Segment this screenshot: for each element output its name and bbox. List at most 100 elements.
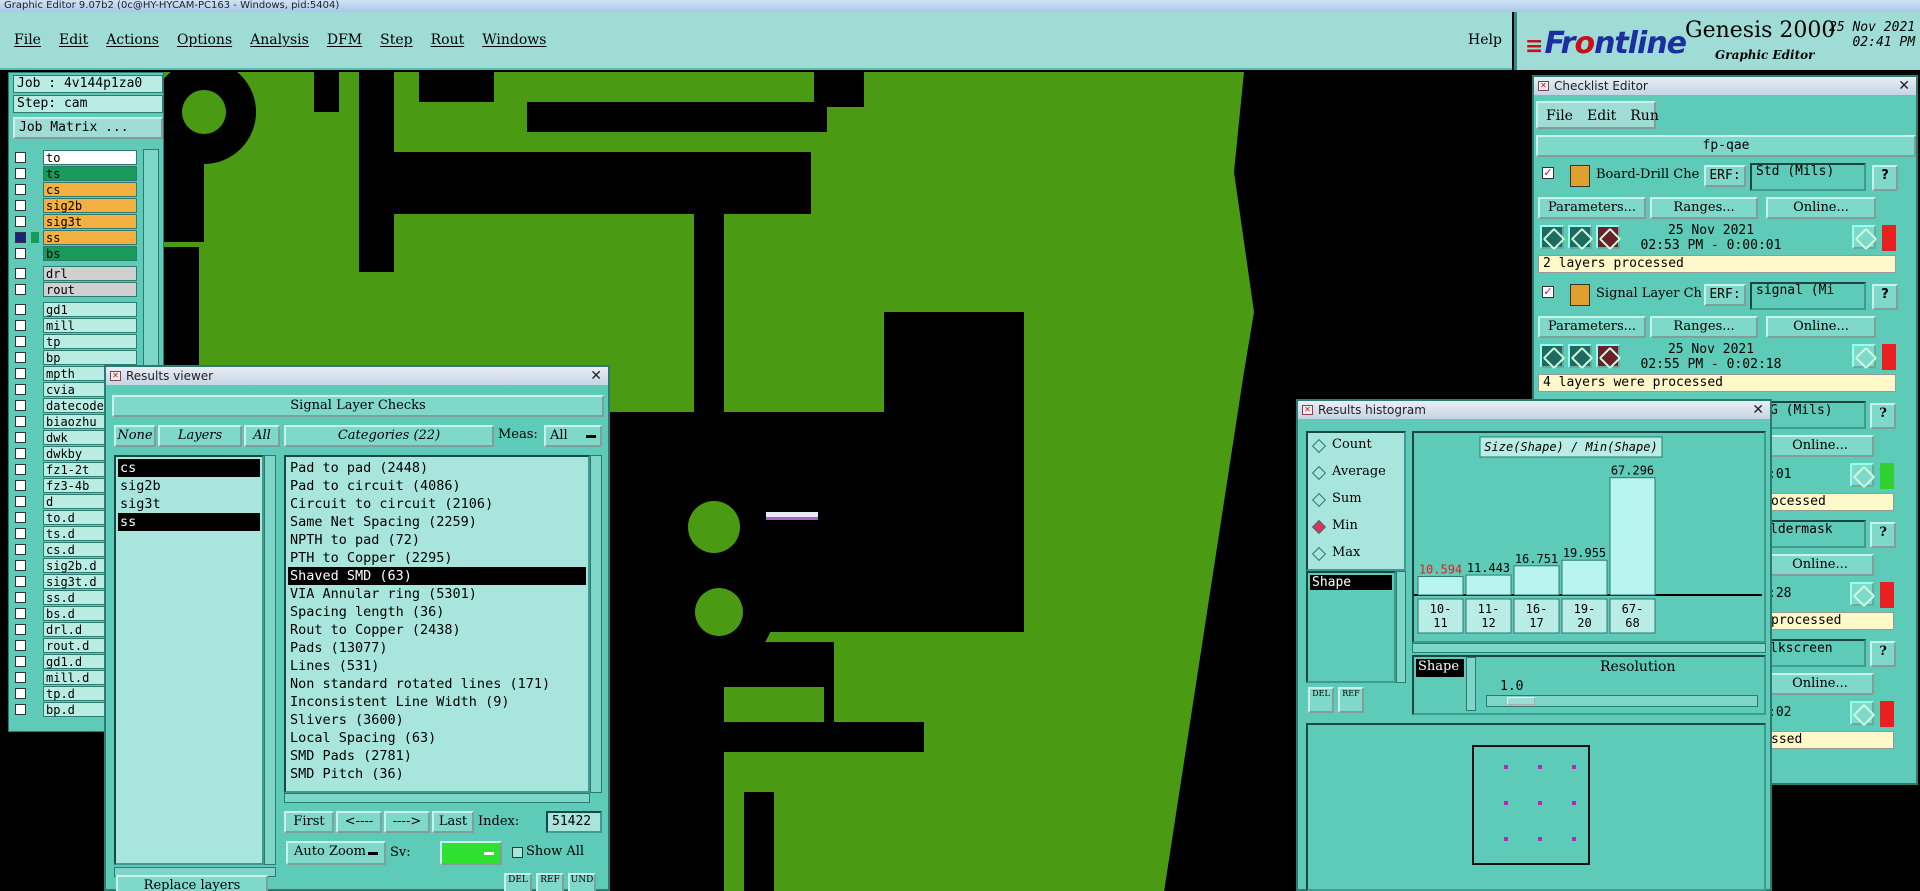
category-item[interactable]: Pad to circuit (4086) [288, 477, 586, 495]
result-layer-item[interactable]: sig3t [118, 495, 260, 513]
shape-list-scrollbar[interactable] [1396, 571, 1406, 683]
layer-checkbox[interactable] [15, 232, 26, 243]
checklist-menu-edit[interactable]: Edit [1587, 108, 1616, 124]
zoom-icon[interactable] [1850, 582, 1874, 606]
layer-checkbox[interactable] [15, 152, 26, 163]
layer-name[interactable]: gd1 [43, 302, 137, 317]
close-icon[interactable]: ✕ [1898, 77, 1910, 95]
layer-name[interactable]: ts [43, 166, 137, 181]
result-layer-item[interactable]: ss [118, 513, 260, 531]
layer-row[interactable]: gd1 [13, 301, 141, 317]
category-item[interactable]: Non standard rotated lines (171) [288, 675, 586, 693]
menu-step[interactable]: Step [380, 32, 412, 48]
check-name[interactable]: Signal Layer Ch [1596, 286, 1706, 301]
layer-checkbox[interactable] [15, 496, 26, 507]
check-name[interactable]: Board-Drill Che [1596, 167, 1706, 182]
radio-icon[interactable] [1311, 519, 1327, 535]
results-viewer-titlebar[interactable]: ✕ Results viewer ✕ [106, 367, 608, 385]
result-layer-item[interactable]: sig2b [118, 477, 260, 495]
layer-checkbox[interactable] [15, 480, 26, 491]
layer-row[interactable]: rout [13, 281, 141, 297]
resolution-slider-thumb[interactable] [1507, 697, 1535, 705]
category-item[interactable]: Slivers (3600) [288, 711, 586, 729]
category-item[interactable]: Local Spacing (63) [288, 729, 586, 747]
menu-rout[interactable]: Rout [431, 32, 465, 48]
ranges-button[interactable]: Ranges... [1650, 197, 1758, 219]
help-button[interactable]: ? [1870, 641, 1896, 667]
run-icon[interactable] [1540, 344, 1564, 368]
erf-value[interactable]: ldermask [1766, 520, 1866, 548]
auto-zoom-dropdown[interactable]: Auto Zoom [286, 841, 386, 865]
layer-row[interactable]: ss [13, 229, 141, 245]
check-enable-checkbox[interactable]: ✓ [1542, 167, 1554, 179]
run-icon[interactable] [1540, 225, 1564, 249]
parameters-button[interactable]: Parameters... [1538, 197, 1646, 219]
online-button[interactable]: Online... [1766, 197, 1876, 219]
layer-name[interactable]: cs [43, 182, 137, 197]
layer-row[interactable]: to [13, 149, 141, 165]
layer-row[interactable]: bs [13, 245, 141, 261]
layer-checkbox[interactable] [15, 608, 26, 619]
erf-value[interactable]: signal (Mi [1750, 282, 1866, 310]
menu-file[interactable]: File [14, 32, 41, 48]
layer-checkbox[interactable] [15, 352, 26, 363]
layer-checkbox[interactable] [15, 672, 26, 683]
menu-dfm[interactable]: DFM [327, 32, 362, 48]
stat-option[interactable]: Max [1308, 543, 1404, 570]
layer-checkbox[interactable] [15, 528, 26, 539]
layer-name[interactable]: drl [43, 266, 137, 281]
stop-icon[interactable] [1596, 344, 1620, 368]
resolution-slider[interactable] [1486, 695, 1758, 707]
histogram-hscrollbar[interactable] [1412, 643, 1766, 653]
categories-scrollbar[interactable] [590, 455, 602, 793]
histogram-chart[interactable]: Size(Shape) / Min(Shape) 10.594 10- 11 11.44… [1412, 431, 1766, 643]
layer-checkbox[interactable] [15, 384, 26, 395]
zoom-icon[interactable] [1852, 344, 1876, 368]
histogram-bar[interactable] [1465, 574, 1512, 596]
radio-icon[interactable] [1311, 546, 1327, 562]
layers-list[interactable]: cs sig2b sig3t ss [114, 455, 264, 865]
layer-checkbox[interactable] [15, 400, 26, 411]
show-all-checkbox[interactable] [512, 847, 523, 858]
layer-checkbox[interactable] [15, 464, 26, 475]
layer-row[interactable]: cs [13, 181, 141, 197]
layer-row[interactable]: sig2b [13, 197, 141, 213]
results-histogram-titlebar[interactable]: ✕ Results histogram ✕ [1298, 401, 1770, 419]
zoom-icon[interactable] [1850, 463, 1874, 487]
layer-name[interactable]: bs [43, 246, 137, 261]
help-button[interactable]: ? [1872, 284, 1898, 310]
layer-name[interactable]: rout [43, 282, 137, 297]
result-layer-item[interactable]: cs [118, 459, 260, 477]
erf-value[interactable]: lkscreen [1766, 639, 1866, 667]
layer-name[interactable]: bp [43, 350, 137, 365]
meas-dropdown[interactable]: All [544, 425, 602, 447]
layer-row[interactable]: drl [13, 265, 141, 281]
run-selected-icon[interactable] [1568, 225, 1592, 249]
ref-button[interactable]: REF [536, 873, 564, 891]
layer-checkbox[interactable] [15, 200, 26, 211]
online-button[interactable]: Online... [1766, 554, 1874, 576]
prev-button[interactable]: <---- [336, 811, 382, 833]
layer-name[interactable]: ss [43, 230, 137, 245]
category-item[interactable]: PTH to Copper (2295) [288, 549, 586, 567]
none-button[interactable]: None [114, 425, 156, 447]
layer-checkbox[interactable] [15, 320, 26, 331]
layer-checkbox[interactable] [15, 336, 26, 347]
layer-checkbox[interactable] [15, 512, 26, 523]
layer-checkbox[interactable] [15, 544, 26, 555]
job-matrix-button[interactable]: Job Matrix ... [13, 117, 163, 139]
radio-icon[interactable] [1311, 492, 1327, 508]
layer-row[interactable]: bp [13, 349, 141, 365]
category-item[interactable]: Rout to Copper (2438) [288, 621, 586, 639]
layer-checkbox[interactable] [15, 576, 26, 587]
layer-row[interactable]: tp [13, 333, 141, 349]
layer-name[interactable]: sig3t [43, 214, 137, 229]
layer-name[interactable]: to [43, 150, 137, 165]
close-icon[interactable]: ✕ [590, 367, 602, 385]
layer-checkbox[interactable] [15, 448, 26, 459]
hist-ref-button[interactable]: REF [1338, 687, 1364, 713]
radio-icon[interactable] [1311, 465, 1327, 481]
layer-checkbox[interactable] [15, 560, 26, 571]
resolution-vscrollbar[interactable] [1466, 657, 1476, 711]
erf-value[interactable]: G (Mils) [1766, 401, 1866, 429]
